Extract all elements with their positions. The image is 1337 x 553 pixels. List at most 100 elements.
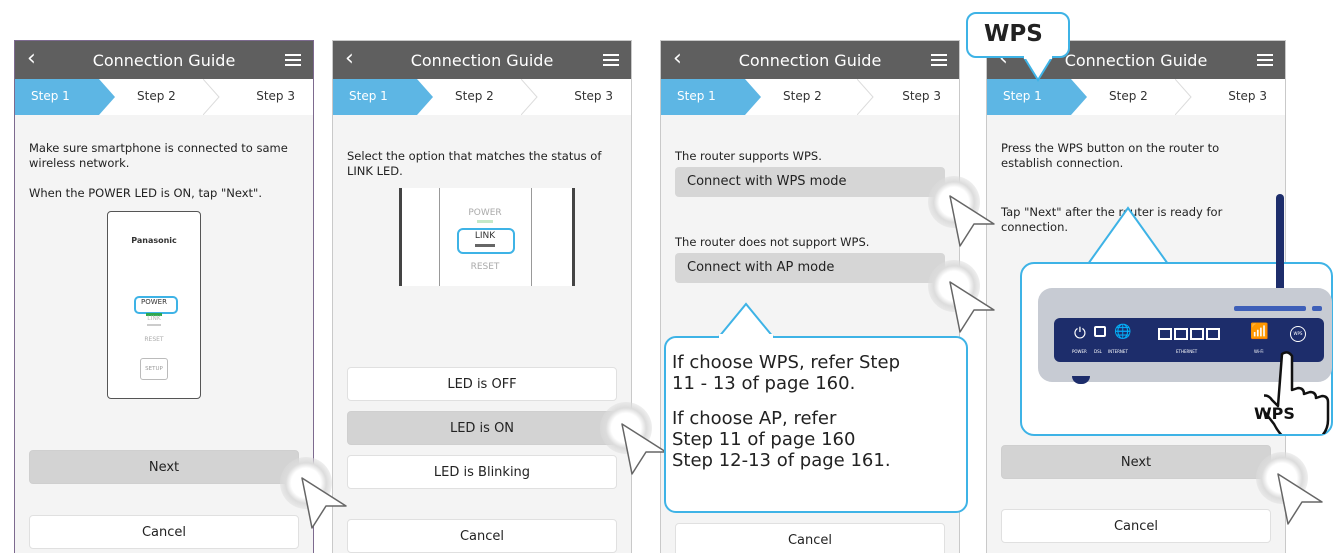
cursor-arrow-icon (301, 477, 347, 529)
brand-logo: Panasonic (131, 236, 177, 245)
led-on-option[interactable]: LED is ON (347, 411, 617, 445)
cursor-arrow-icon (949, 195, 995, 247)
link-led (147, 324, 161, 326)
reset-label: RESET (470, 262, 500, 272)
app-bar: ‹ Connection Guide (661, 41, 959, 79)
panel-edge-left (399, 188, 402, 286)
step-separator (1175, 79, 1192, 115)
instruction-text-2: When the POWER LED is ON, tap "Next". (29, 186, 263, 200)
router-label-power: POWER (1072, 349, 1087, 354)
callout-line: Step 12-13 of page 161. (672, 450, 891, 471)
app-bar: ‹ Connection Guide (15, 41, 313, 79)
ethernet-port (1174, 328, 1188, 340)
device-illustration: Panasonic POWER LINK RESET SETUP (107, 211, 201, 399)
wps-callout-pointer-join (1024, 55, 1052, 59)
app-title: Connection Guide (738, 51, 882, 70)
dsl-icon (1094, 326, 1106, 337)
callout-line: If choose AP, refer (672, 408, 837, 429)
router-light-strip (1234, 306, 1306, 311)
menu-icon[interactable] (1257, 54, 1273, 66)
cursor-arrow-icon (1277, 473, 1323, 525)
callout-line: If choose WPS, refer Step (672, 352, 900, 373)
link-led-label: LINK (474, 231, 496, 241)
instruction-text: Make sure smartphone is connected to sam… (29, 141, 288, 170)
ethernet-port (1158, 328, 1172, 340)
phone-screen-1: ‹ Connection Guide Step 1 Step 2 Step 3 … (14, 40, 314, 553)
step-2-label: Step 2 (1109, 89, 1148, 103)
link-led-label: LINK (147, 315, 161, 322)
menu-icon[interactable] (285, 54, 301, 66)
next-button[interactable]: Next (1001, 445, 1271, 479)
step-indicator: Step 1 Step 2 Step 3 (661, 79, 959, 115)
step-separator (203, 79, 220, 115)
router-label-ethernet: ETHERNET (1176, 349, 1198, 354)
power-led (477, 220, 493, 223)
instruction-text: Press the WPS button on the router to es… (1001, 141, 1220, 170)
router-wps-label: WPS (1254, 404, 1295, 423)
wifi-icon: 📶 (1250, 322, 1269, 340)
step-separator (857, 79, 874, 115)
wps-callout-text: WPS (984, 21, 1043, 47)
wps-button-icon: WPS (1290, 326, 1306, 342)
step-3-label: Step 3 (902, 89, 941, 103)
step-3-label: Step 3 (574, 89, 613, 103)
led-off-option[interactable]: LED is OFF (347, 367, 617, 401)
next-button[interactable]: Next (29, 450, 299, 484)
led-blinking-option[interactable]: LED is Blinking (347, 455, 617, 489)
reset-label: RESET (144, 336, 164, 343)
connect-ap-button[interactable]: Connect with AP mode (675, 253, 945, 283)
cancel-button[interactable]: Cancel (29, 515, 299, 549)
step-indicator: Step 1 Step 2 Step 3 (333, 79, 631, 115)
wps-support-text: The router supports WPS. (675, 149, 822, 163)
step-separator (521, 79, 538, 115)
callout-line: Step 11 of page 160 (672, 429, 856, 450)
cancel-button[interactable]: Cancel (1001, 509, 1271, 543)
cancel-button[interactable]: Cancel (347, 519, 617, 553)
step-1-label: Step 1 (1003, 89, 1042, 103)
ethernet-port (1206, 328, 1220, 340)
cursor-arrow-icon (949, 281, 995, 333)
power-icon: ⏻ (1074, 324, 1086, 342)
info-callout: If choose WPS, refer Step 11 - 13 of pag… (664, 336, 968, 513)
power-led-label: POWER (141, 298, 167, 306)
router-label-dsl: DSL (1094, 349, 1102, 354)
menu-icon[interactable] (931, 54, 947, 66)
step-2-label: Step 2 (137, 89, 176, 103)
router-foot (1072, 376, 1090, 384)
led-panel-illustration: POWER LINK RESET (399, 188, 575, 286)
step-1-label: Step 1 (677, 89, 716, 103)
instruction-text: Select the option that matches the statu… (347, 149, 602, 178)
step-3-label: Step 3 (1228, 89, 1267, 103)
link-led (475, 244, 495, 247)
connect-wps-button[interactable]: Connect with WPS mode (675, 167, 945, 197)
step-1-label: Step 1 (31, 89, 70, 103)
router-label-wifi: Wi-Fi (1254, 349, 1264, 354)
wps-callout: WPS (966, 12, 1070, 58)
router-callout-pointer (1086, 206, 1170, 265)
cursor-arrow-icon (621, 423, 667, 475)
cancel-button[interactable]: Cancel (675, 523, 945, 553)
app-title: Connection Guide (410, 51, 554, 70)
panel-edge-right (572, 188, 575, 286)
router-antenna (1276, 194, 1284, 292)
step-2-label: Step 2 (783, 89, 822, 103)
internet-icon: 🌐 (1114, 324, 1132, 340)
step-1-label: Step 1 (349, 89, 388, 103)
setup-button: SETUP (140, 358, 168, 380)
step-indicator: Step 1 Step 2 Step 3 (15, 79, 313, 115)
step-2-label: Step 2 (455, 89, 494, 103)
router-label-internet: INTERNET (1108, 349, 1128, 354)
menu-icon[interactable] (603, 54, 619, 66)
no-wps-text: The router does not support WPS. (675, 235, 870, 249)
phone-screen-2: ‹ Connection Guide Step 1 Step 2 Step 3 … (332, 40, 632, 553)
app-bar: ‹ Connection Guide (333, 41, 631, 79)
callout-pointer-join (719, 334, 773, 339)
app-title: Connection Guide (92, 51, 236, 70)
panel-divider-right (531, 188, 532, 286)
ethernet-port (1190, 328, 1204, 340)
router-led-dot (1312, 306, 1322, 311)
callout-line: 11 - 13 of page 160. (672, 373, 856, 394)
step-3-label: Step 3 (256, 89, 295, 103)
router-callout: ⏻ 🌐 POWER DSL INTERNET ETHERNET 📶 Wi-Fi … (1020, 194, 1333, 436)
power-led-label: POWER (468, 208, 502, 218)
